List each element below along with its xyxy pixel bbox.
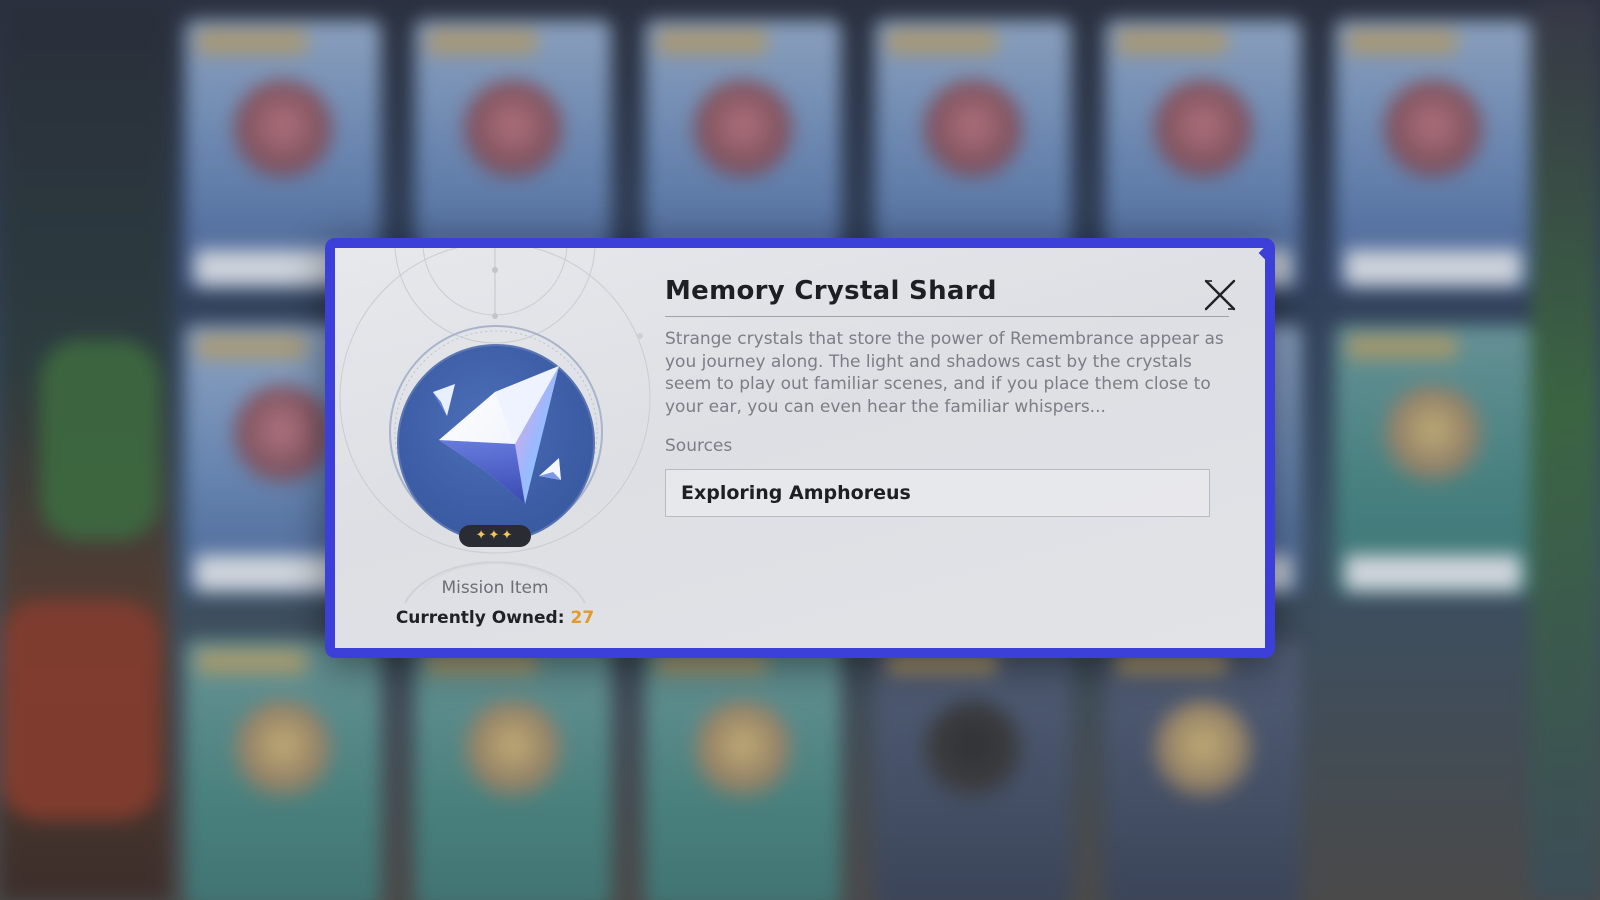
close-button[interactable] xyxy=(1203,278,1237,312)
game-screen: ✦✦✦ Mission Item Currently Owned: 27 Memo… xyxy=(0,0,1600,900)
background-item-card xyxy=(875,640,1071,900)
background-item-card xyxy=(185,640,381,900)
owned-count-row: Currently Owned: 27 xyxy=(335,608,655,628)
item-title: Memory Crystal Shard xyxy=(665,276,997,306)
item-preview-panel: ✦✦✦ Mission Item Currently Owned: 27 xyxy=(335,248,655,648)
source-entry[interactable]: Exploring Amphoreus xyxy=(665,469,1210,517)
title-divider xyxy=(665,316,1229,317)
background-item-card xyxy=(645,640,841,900)
background-sidebar xyxy=(0,0,170,900)
sources-heading: Sources xyxy=(665,436,733,456)
close-icon xyxy=(1204,279,1236,311)
background-item-card xyxy=(1105,640,1301,900)
owned-count-value: 27 xyxy=(570,608,595,628)
item-description: Strange crystals that store the power of… xyxy=(665,329,1224,417)
item-type-label: Mission Item xyxy=(441,578,549,598)
rarity-stars-badge: ✦✦✦ xyxy=(459,525,531,547)
background-item-card xyxy=(415,640,611,900)
owned-label: Currently Owned: xyxy=(395,608,565,628)
crystal-shard-icon xyxy=(397,344,595,542)
item-detail-dialog: ✦✦✦ Mission Item Currently Owned: 27 Memo… xyxy=(325,238,1275,658)
background-item-card xyxy=(1335,20,1531,290)
dialog-corner-accent xyxy=(1258,248,1265,263)
background-right-edge xyxy=(1530,0,1600,900)
source-entry-label: Exploring Amphoreus xyxy=(681,482,911,504)
background-item-card xyxy=(1335,325,1531,595)
